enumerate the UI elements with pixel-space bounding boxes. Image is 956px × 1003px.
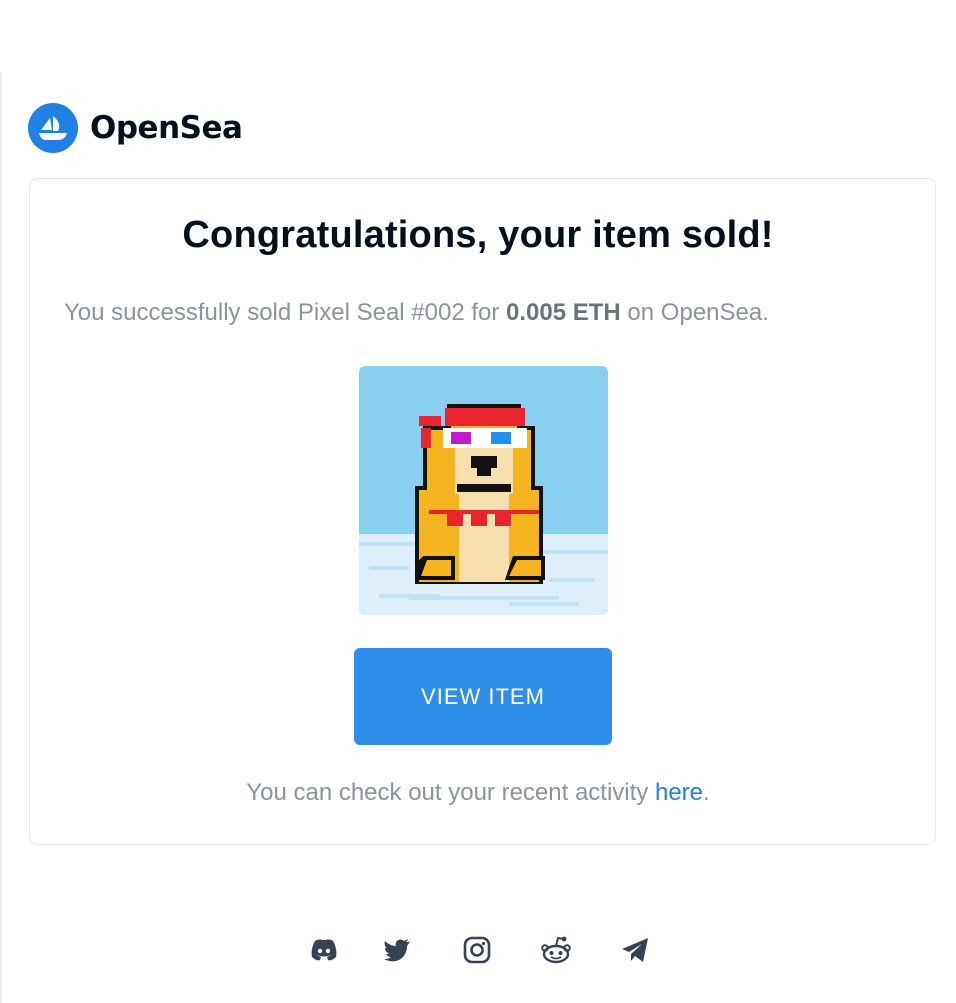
social-links xyxy=(0,934,956,968)
sold-price: 0.005 ETH xyxy=(506,299,621,326)
instagram-icon[interactable] xyxy=(461,934,493,966)
activity-prefix: You can check out your recent activity xyxy=(246,779,655,806)
reddit-icon[interactable] xyxy=(540,934,572,966)
opensea-boat-icon xyxy=(28,103,78,153)
sold-suffix: on OpenSea. xyxy=(620,299,769,326)
pixel-seal-nft-image[interactable] xyxy=(359,366,608,615)
discord-icon[interactable] xyxy=(308,934,340,966)
view-item-button[interactable]: VIEW ITEM xyxy=(354,648,612,745)
brand-name: OpenSea xyxy=(90,110,243,146)
brand-header[interactable]: OpenSea xyxy=(28,103,243,153)
telegram-icon[interactable] xyxy=(619,934,651,966)
activity-message: You can check out your recent activity h… xyxy=(0,779,956,807)
left-border xyxy=(0,72,2,1003)
activity-suffix: . xyxy=(703,779,710,806)
sold-prefix: You successfully sold Pixel Seal #002 fo… xyxy=(64,299,507,326)
sold-message: You successfully sold Pixel Seal #002 fo… xyxy=(64,299,769,327)
twitter-icon[interactable] xyxy=(381,934,413,966)
page-title: Congratulations, your item sold! xyxy=(182,214,774,256)
activity-here-link[interactable]: here xyxy=(655,779,703,806)
